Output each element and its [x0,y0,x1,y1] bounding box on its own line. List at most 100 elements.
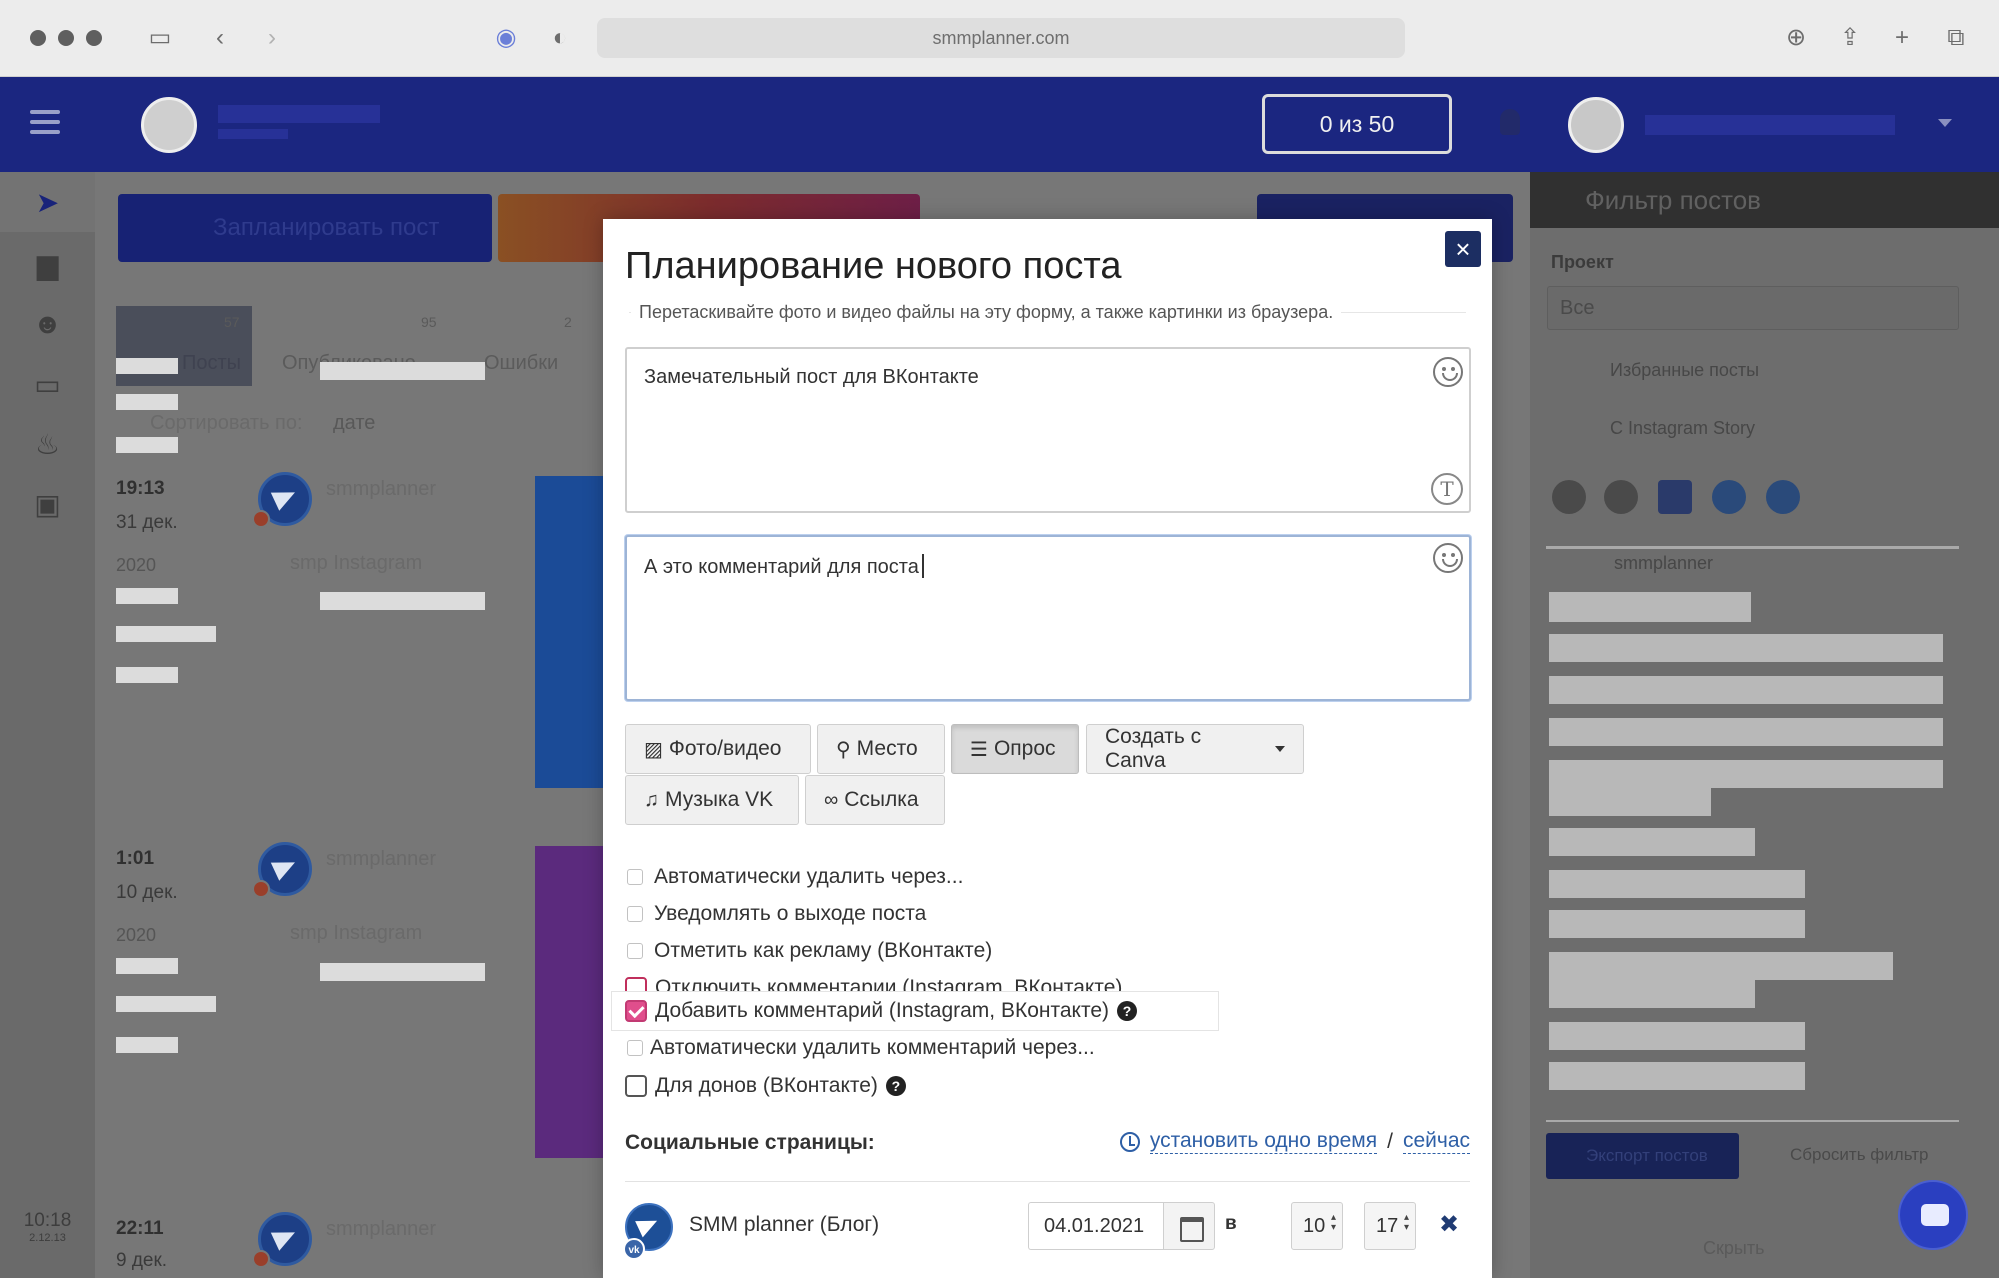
chevron-down-icon[interactable] [1938,119,1952,127]
emoji-icon[interactable] [1433,543,1463,573]
sort-value[interactable]: дате [333,412,375,435]
window-minimize-dot[interactable] [58,30,74,46]
help-icon[interactable]: ? [1117,1001,1138,1021]
folder-icon: ▆ [36,248,59,280]
now-link[interactable]: сейчас [1402,1129,1470,1154]
checkbox[interactable] [627,943,643,959]
project-avatar[interactable] [141,97,197,153]
window-close-dot[interactable] [30,30,46,46]
text-format-icon[interactable]: T [1431,473,1463,505]
post-subaccount: smp Instagram [290,922,423,944]
redaction-bar [1549,980,1755,1008]
clock-icon [1119,1131,1140,1152]
option-label: Добавить комментарий (Instagram, ВКонтак… [655,999,1110,1022]
redacted-project-name [218,105,380,123]
telegram-icon[interactable] [1712,480,1746,514]
option-notify-publish[interactable]: Уведомлять о выходе поста [625,898,926,930]
forward-icon[interactable]: › [256,22,288,54]
vk-icon[interactable] [1766,480,1800,514]
sidebar-item-payment[interactable]: ▭ [0,354,95,414]
menu-icon[interactable] [30,110,60,138]
tab-errors-label[interactable]: Ошибки [484,352,558,375]
post-account[interactable]: smmplanner [326,1218,436,1241]
post-account[interactable]: smmplanner [326,848,436,871]
help-icon[interactable]: ? [885,1076,906,1096]
sidebar-item-bonus[interactable]: ♨ [0,414,95,474]
sidebar-clock: 10:18 2.12.13 [0,1210,95,1244]
favorites-filter[interactable]: Избранные посты [1610,360,1759,381]
option-auto-delete-comment[interactable]: Автоматически удалить комментарий через.… [625,1032,1095,1064]
schedule-post-button[interactable]: Запланировать пост [118,194,492,262]
publish-date-input[interactable]: 04.01.2021 [1028,1202,1163,1250]
tab-overview-icon[interactable]: ⧉ [1940,22,1972,54]
checkbox[interactable] [627,906,643,922]
sidebar-item-projects[interactable]: ▆ [0,234,95,294]
create-with-canva-button[interactable]: Создать с Canva [1086,724,1304,774]
download-icon[interactable]: ⊕ [1780,22,1812,54]
close-icon[interactable]: × [1445,231,1481,267]
new-tab-icon[interactable]: + [1886,22,1918,54]
post-thumbnail[interactable] [535,846,603,1158]
emoji-icon[interactable] [1433,357,1463,387]
checkbox[interactable] [627,869,643,885]
post-text-editor[interactable]: Замечательный пост для ВКонтакте T [625,347,1471,513]
checkbox[interactable] [627,1040,643,1056]
share-icon[interactable]: ⇪ [1834,22,1866,54]
button-label: Ссылка [844,788,919,811]
post-text: Замечательный пост для ВКонтакте [644,366,979,388]
add-poll-button[interactable]: ☰ Опрос [951,724,1079,774]
reset-filter-button[interactable]: Сбросить фильтр [1790,1145,1928,1165]
add-link-button[interactable]: ∞ Ссылка [805,775,945,825]
add-place-button[interactable]: ⚲ Место [817,724,945,774]
calendar-icon[interactable] [1163,1202,1215,1250]
option-for-dons[interactable]: Для донов (ВКонтакте)? [625,1070,906,1102]
window-zoom-dot[interactable] [86,30,102,46]
at-label: в [1225,1213,1237,1234]
add-vk-music-button[interactable]: ♫ Музыка VK [625,775,799,825]
remove-page-icon[interactable]: ✖ [1439,1210,1459,1239]
post-account[interactable]: smmplanner [326,478,436,501]
network-filter-icon[interactable] [1552,480,1586,514]
post-time: 1:01 [116,848,155,869]
facebook-icon[interactable] [1658,480,1692,514]
stories-filter[interactable]: С Instagram Story [1610,418,1755,439]
export-posts-button[interactable]: Экспорт постов [1546,1133,1739,1179]
privacy-shield-icon[interactable]: ◐ [544,22,576,54]
option-auto-delete[interactable]: Автоматически удалить через... [625,861,963,893]
address-bar[interactable]: smmplanner.com [597,18,1405,58]
hour-stepper[interactable]: 10 [1291,1202,1343,1250]
sidebar-item-help[interactable]: ▣ [0,474,95,534]
minute-stepper[interactable]: 17 [1364,1202,1416,1250]
checkbox[interactable] [625,1075,647,1097]
credit-card-icon: ▭ [34,368,61,400]
add-photo-video-button[interactable]: ▨ Фото/видео [625,724,811,774]
sidebar-item-accounts[interactable]: ☻ [0,294,95,354]
book-icon: ▣ [34,488,61,520]
comment-text: А это комментарий для поста [644,554,924,579]
hide-filter-link[interactable]: Скрыть [1703,1238,1764,1259]
sidebar-toggle-icon[interactable]: ▭ [144,22,176,54]
user-avatar[interactable] [1568,97,1624,153]
project-select[interactable]: Все [1547,286,1959,330]
extension-icon[interactable]: ◉ [490,22,522,54]
bell-icon[interactable] [1500,109,1520,135]
comment-text-editor[interactable]: А это комментарий для поста [625,535,1471,701]
redaction-bar [116,437,178,453]
map-marker-icon: ⚲ [836,738,851,761]
chat-support-icon[interactable] [1898,1180,1968,1250]
comment-text-value: А это комментарий для поста [644,556,919,578]
vk-icon: vk [623,1238,645,1260]
paper-plane-icon: ➤ [35,186,60,218]
back-icon[interactable]: ‹ [204,22,236,54]
checkbox-checked[interactable] [625,1000,647,1022]
option-add-comment[interactable]: Добавить комментарий (Instagram, ВКонтак… [625,995,1138,1027]
post-quota-counter[interactable]: 0 из 50 [1262,94,1452,154]
post-subaccount: smp Instagram [290,552,423,574]
sidebar-item-posts[interactable]: ➤ [0,172,95,232]
set-single-time-link[interactable]: установить одно время [1149,1129,1378,1154]
network-filter-icon[interactable] [1604,480,1638,514]
post-thumbnail[interactable] [535,476,603,788]
option-mark-as-ad[interactable]: Отметить как рекламу (ВКонтакте) [625,935,992,967]
account-filter[interactable]: smmplanner [1614,553,1713,574]
redaction-bar [320,592,485,610]
